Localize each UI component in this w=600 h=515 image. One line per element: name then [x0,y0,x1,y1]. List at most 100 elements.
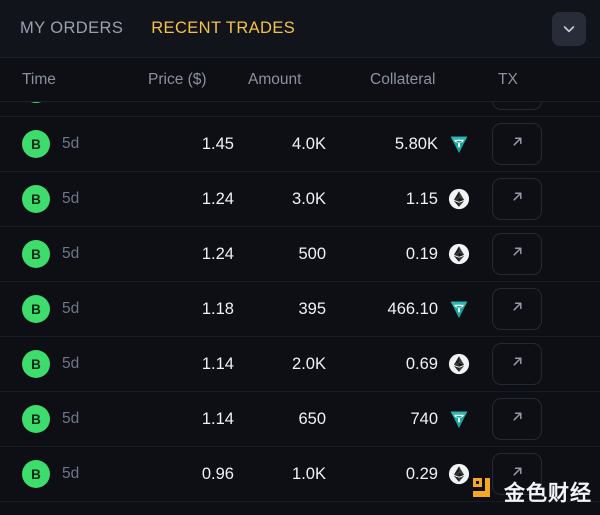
side-badge-buy: B [22,240,50,268]
open-transaction-button[interactable] [492,398,542,440]
trade-collateral-value: 0.19 [405,244,438,263]
trade-side-time-cell: B 5d [0,350,148,378]
trade-collateral-value: 5.80K [394,134,438,153]
trade-collateral-cell: 740 [326,408,476,430]
trade-collateral-value: 466.10 [387,299,438,318]
side-badge-buy: B [22,130,50,158]
eth-icon [448,243,470,265]
table-row[interactable]: B [0,102,600,117]
trade-collateral-cell: 466.10 [326,298,476,320]
side-badge-buy: B [22,350,50,378]
trade-price: 1.14 [201,409,234,428]
external-link-icon [509,463,526,485]
trade-amount: 1.0K [292,464,326,483]
trade-side-time-cell: B 5d [0,130,148,158]
tab-my-orders[interactable]: MY ORDERS [20,19,123,38]
trade-time: 5d [62,135,80,152]
trades-list[interactable]: BB5d1.454.0K5.80KB5d1.243.0K1.15B5d1.245… [0,102,600,515]
trade-side-time-cell: B 5d [0,405,148,433]
chevron-down-icon [561,21,577,37]
trade-price: 1.24 [201,244,234,263]
table-row[interactable]: B 5d 1.18 395 466.10 [0,282,600,337]
trade-time: 5d [62,465,80,482]
column-header-amount: Amount [248,70,302,88]
tab-list: MY ORDERS RECENT TRADES [20,19,552,38]
trade-tx-cell [476,102,560,110]
trade-price: 1.18 [201,299,234,318]
trade-tx-cell [476,233,560,275]
open-transaction-button[interactable] [492,123,542,165]
table-row[interactable]: B 5d 1.24 3.0K 1.15 [0,172,600,227]
side-badge-buy: B [22,460,50,488]
table-row[interactable]: B 5d 1.14 650 740 [0,392,600,447]
trade-time: 5d [62,190,80,207]
trade-side-time-cell: B 5d [0,295,148,323]
column-header-price: Price ($) [148,70,207,88]
trade-tx-cell [476,123,560,165]
trade-side-time-cell: B 5d [0,185,148,213]
trade-time: 5d [62,245,80,262]
panel-tabbar: MY ORDERS RECENT TRADES [0,0,600,58]
trade-price: 0.96 [201,464,234,483]
table-column-header: Time Price ($) Amount Collateral TX [0,58,600,102]
eth-icon [448,188,470,210]
trade-collateral-value: 740 [410,409,438,428]
usdt-icon [450,411,468,429]
trade-price: 1.24 [201,189,234,208]
external-link-icon [509,353,526,375]
trade-collateral-cell: 1.15 [326,188,476,210]
recent-trades-panel: MY ORDERS RECENT TRADES Time Price ($) A… [0,0,600,515]
open-transaction-button[interactable] [492,178,542,220]
trade-amount: 2.0K [292,354,326,373]
eth-icon [448,463,470,485]
trade-tx-cell [476,288,560,330]
trade-time: 5d [62,300,80,317]
open-transaction-button[interactable] [492,102,542,110]
column-header-collateral: Collateral [370,70,436,88]
open-transaction-button[interactable] [492,343,542,385]
side-badge-buy: B [22,102,50,103]
trade-time: 5d [62,410,80,427]
external-link-icon [509,188,526,210]
open-transaction-button[interactable] [492,288,542,330]
side-badge-buy: B [22,185,50,213]
usdt-icon [450,301,468,319]
trade-collateral-value: 1.15 [405,189,438,208]
external-link-icon [509,243,526,265]
trade-price: 1.14 [201,354,234,373]
trade-amount: 650 [298,409,326,428]
trade-collateral-cell: 5.80K [326,133,476,155]
trade-price: 1.45 [201,134,234,153]
trade-side-time-cell: B [0,102,148,103]
trade-time: 5d [62,355,80,372]
trade-side-time-cell: B 5d [0,240,148,268]
collapse-panel-button[interactable] [552,11,586,46]
column-header-time: Time [22,70,56,88]
trade-side-time-cell: B 5d [0,460,148,488]
side-badge-buy: B [22,405,50,433]
trade-collateral-cell: 0.29 [326,463,476,485]
table-row[interactable]: B 5d 0.96 1.0K 0.29 [0,447,600,502]
open-transaction-button[interactable] [492,233,542,275]
side-badge-buy: B [22,295,50,323]
trade-amount: 395 [298,299,326,318]
trade-collateral-value: 0.29 [405,464,438,483]
table-row[interactable]: B 5d 1.14 2.0K 0.69 [0,337,600,392]
trade-collateral-cell: 0.19 [326,243,476,265]
usdt-icon [450,136,468,154]
table-row[interactable]: B 5d 1.45 4.0K 5.80K [0,117,600,172]
trade-amount: 4.0K [292,134,326,153]
trade-collateral-cell: 0.69 [326,353,476,375]
column-header-tx: TX [498,70,518,88]
trades-list-inner: BB5d1.454.0K5.80KB5d1.243.0K1.15B5d1.245… [0,102,600,502]
table-row[interactable]: B 5d 1.24 500 0.19 [0,227,600,282]
external-link-icon [509,408,526,430]
eth-icon [448,353,470,375]
trade-tx-cell [476,398,560,440]
external-link-icon [509,298,526,320]
trade-collateral-value: 0.69 [405,354,438,373]
trade-amount: 500 [298,244,326,263]
open-transaction-button[interactable] [492,453,542,495]
tab-recent-trades[interactable]: RECENT TRADES [151,19,295,38]
trade-tx-cell [476,453,560,495]
